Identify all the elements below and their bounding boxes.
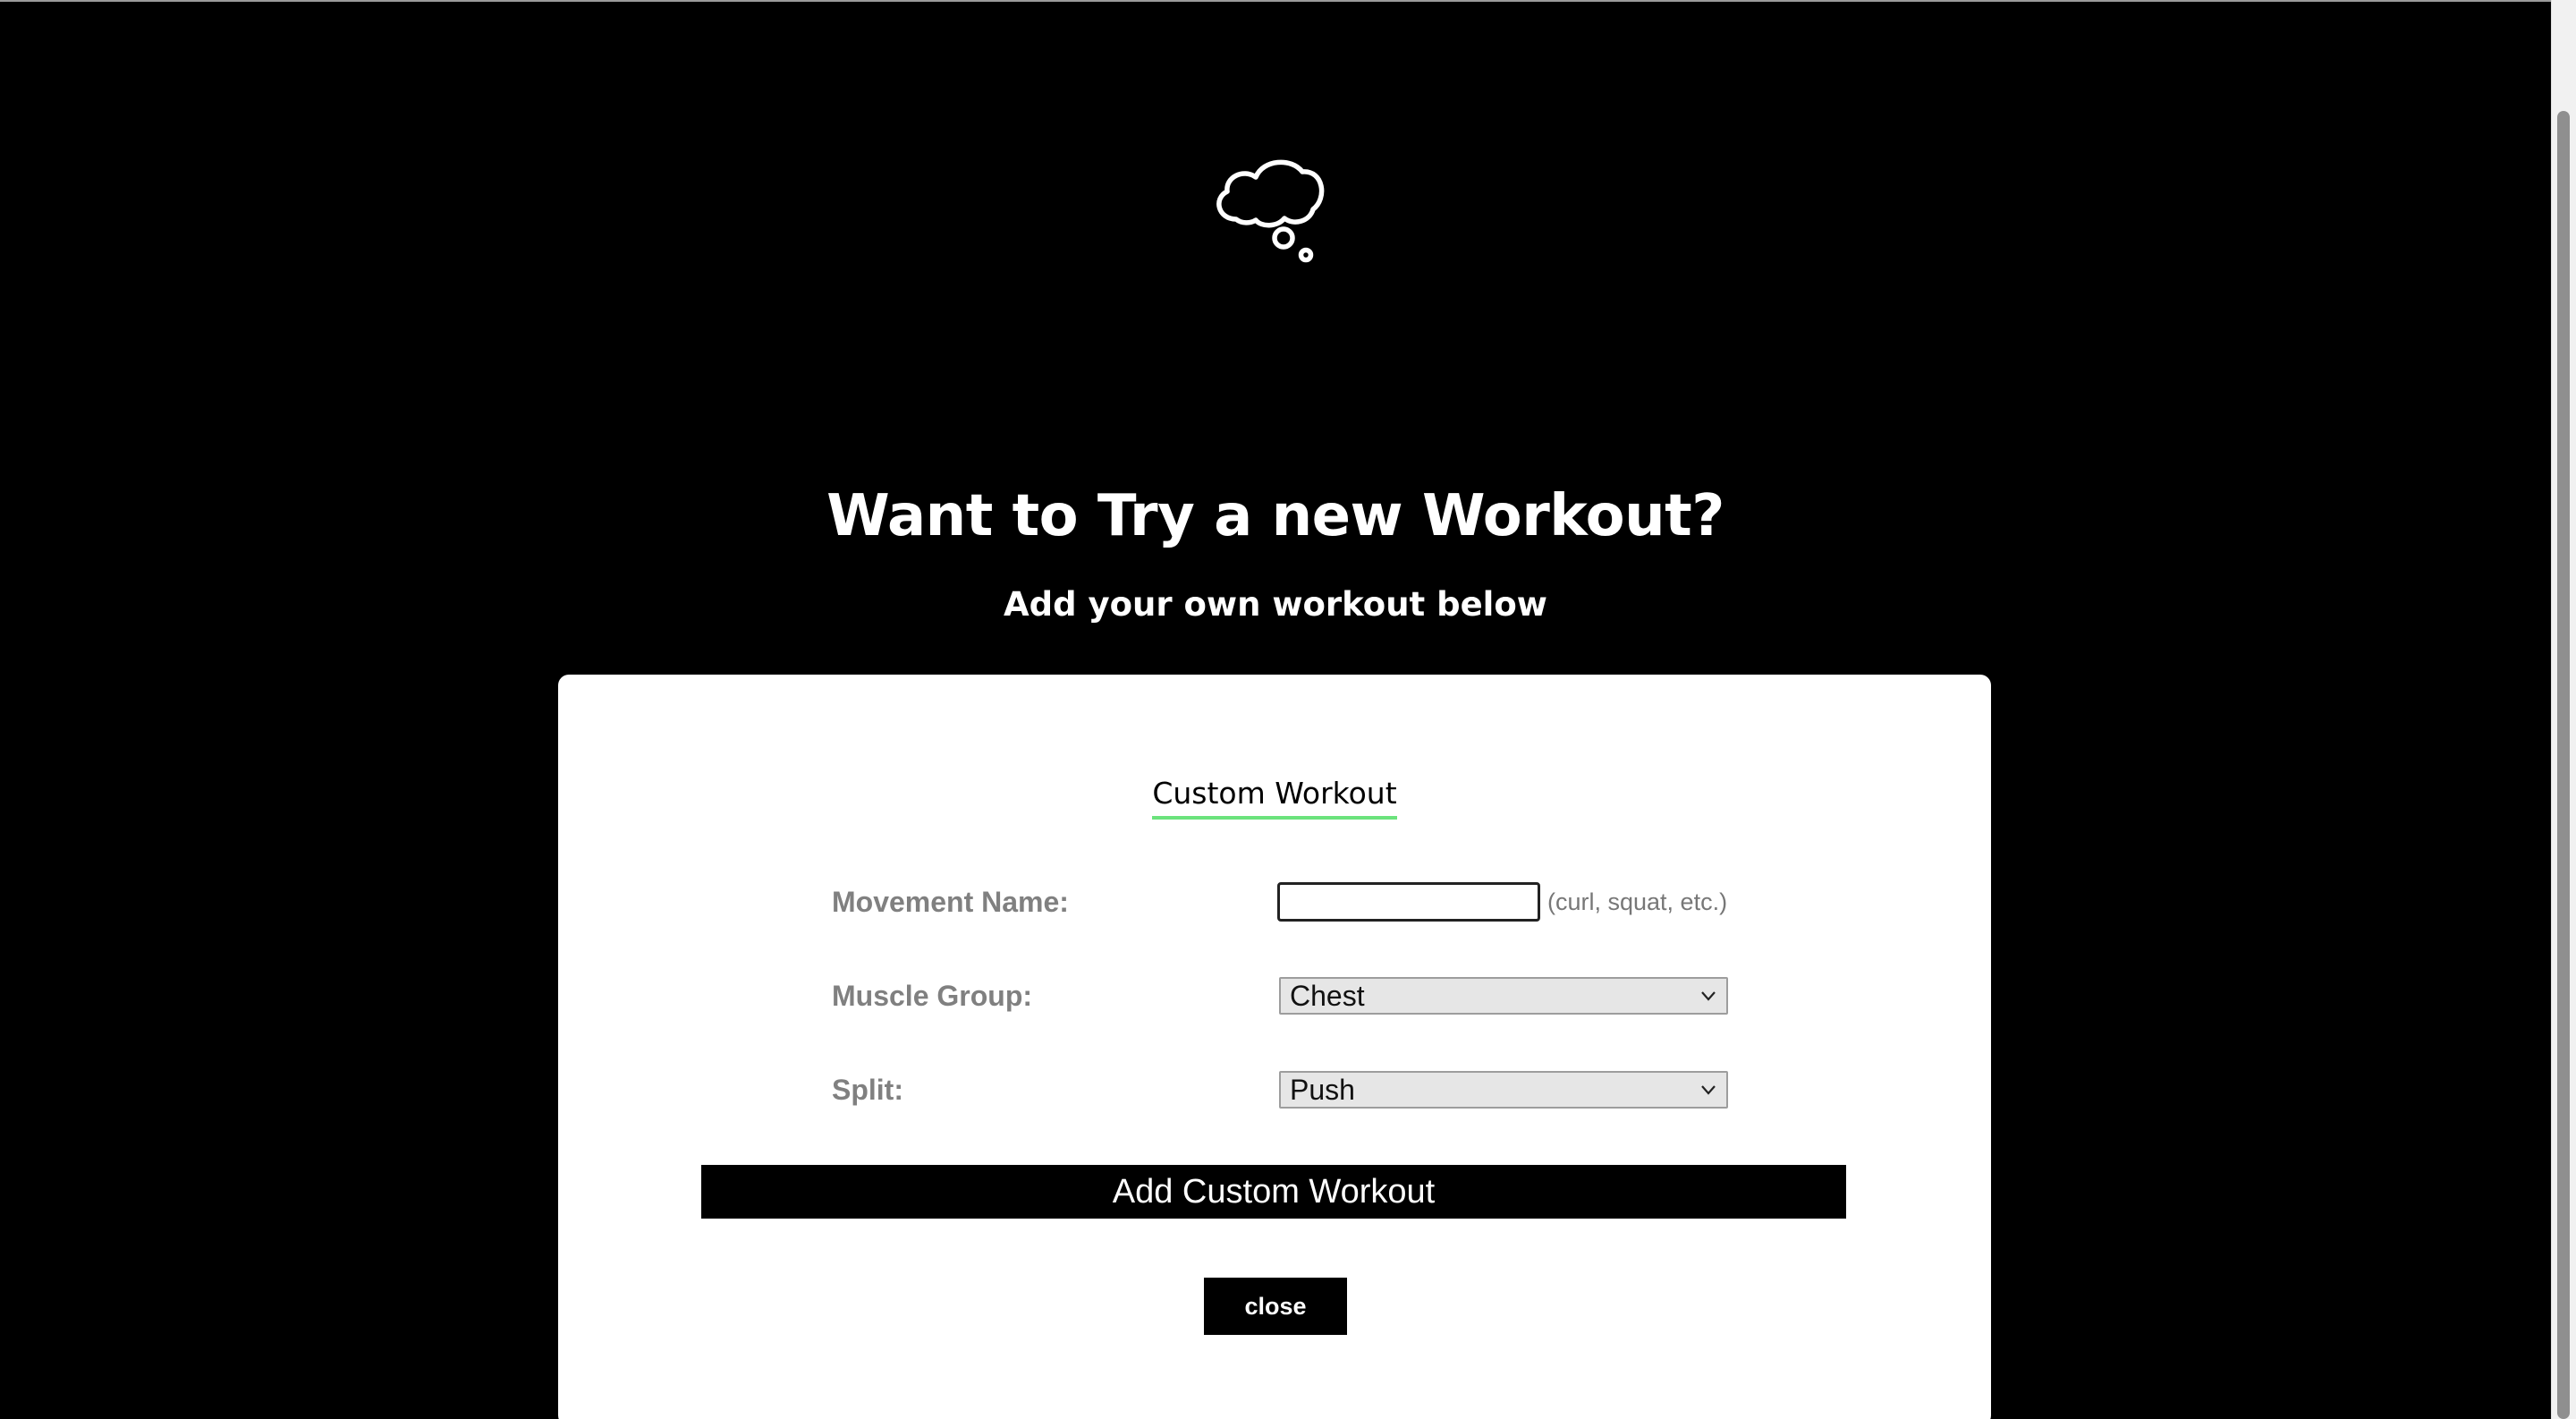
- movement-name-label: Movement Name:: [832, 886, 1069, 918]
- chevron-down-icon: [1701, 1085, 1716, 1095]
- muscle-group-label: Muscle Group:: [832, 980, 1033, 1012]
- split-label: Split:: [832, 1074, 903, 1106]
- movement-name-hint: (curl, squat, etc.): [1547, 888, 1728, 915]
- page-title: Want to Try a new Workout?: [826, 483, 1724, 549]
- form-title: Custom Workout: [558, 773, 1991, 820]
- page: Want to Try a new Workout? Add your own …: [0, 2, 2551, 1419]
- add-custom-workout-button[interactable]: Add Custom Workout: [701, 1165, 1846, 1219]
- split-selected-value: Push: [1290, 1074, 1355, 1106]
- movement-name-input[interactable]: [1277, 882, 1540, 922]
- custom-workout-form: Custom Workout Movement Name: (curl, squ…: [558, 675, 1991, 1419]
- close-button[interactable]: close: [1204, 1278, 1347, 1335]
- thought-cloud-icon: [1216, 159, 1325, 263]
- vertical-scrollbar[interactable]: [2551, 0, 2576, 1419]
- split-select[interactable]: Push: [1279, 1071, 1728, 1109]
- muscle-group-selected-value: Chest: [1290, 980, 1365, 1012]
- muscle-group-select[interactable]: Chest: [1279, 977, 1728, 1015]
- form-title-text: Custom Workout: [1152, 773, 1397, 820]
- scrollbar-thumb[interactable]: [2557, 111, 2570, 1419]
- page-subtitle: Add your own workout below: [1004, 585, 1547, 624]
- chevron-down-icon: [1701, 991, 1716, 1001]
